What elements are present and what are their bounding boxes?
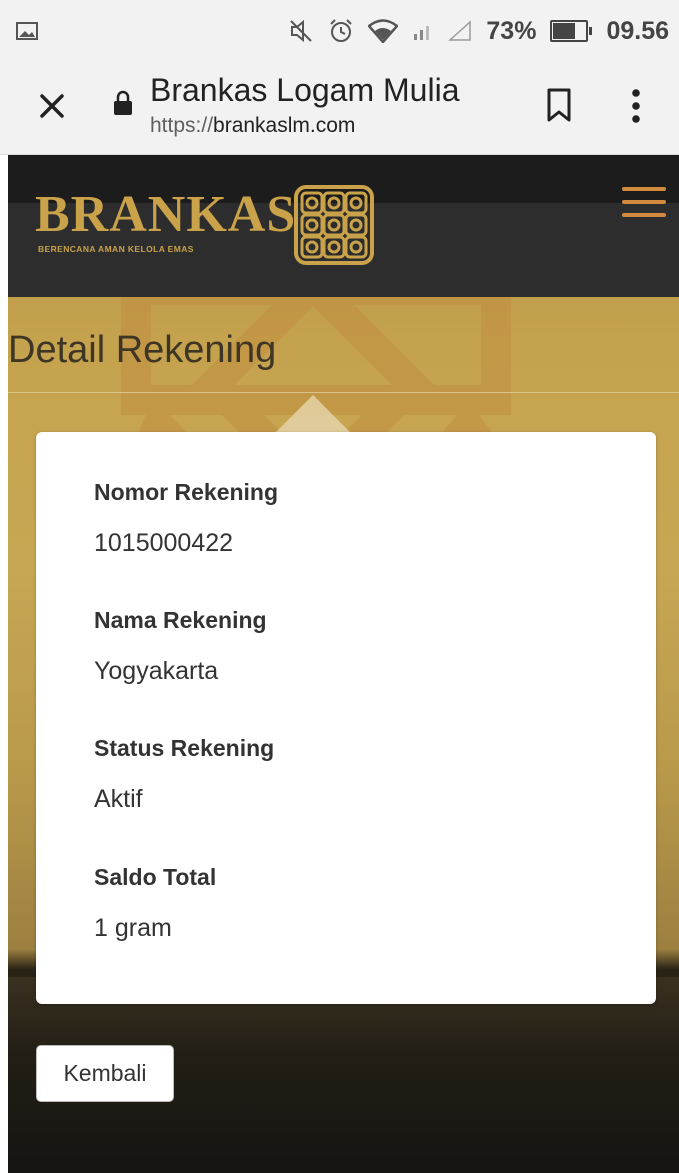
lock-icon[interactable] bbox=[112, 90, 134, 116]
account-status-label: Status Rekening bbox=[94, 735, 275, 761]
site-logo[interactable]: BRANKAS bbox=[35, 189, 296, 241]
account-status-value: Aktif bbox=[94, 785, 143, 813]
mute-icon bbox=[290, 19, 313, 43]
page-title: Brankas Logam Mulia bbox=[150, 72, 460, 108]
web-page: BRANKAS BERENCANA AMAN KELOLA EMAS Detai… bbox=[8, 155, 679, 1173]
more-vert-icon[interactable] bbox=[630, 88, 642, 124]
logo-emblem-icon bbox=[294, 185, 374, 265]
page-heading: Detail Rekening bbox=[8, 329, 277, 371]
image-icon bbox=[16, 22, 38, 40]
back-button[interactable]: Kembali bbox=[36, 1045, 174, 1102]
wifi-icon bbox=[368, 19, 399, 43]
divider bbox=[8, 392, 679, 393]
total-balance-value: 1 gram bbox=[94, 914, 172, 942]
url-domain: brankaslm.com bbox=[213, 114, 356, 137]
alarm-icon bbox=[330, 19, 353, 42]
account-number-label: Nomor Rekening bbox=[94, 479, 279, 505]
account-name-value: Yogyakarta bbox=[94, 657, 219, 685]
browser-toolbar: Brankas Logam Mulia https://brankaslm.co… bbox=[0, 62, 679, 155]
account-detail-card: Nomor Rekening 1015000422 Nama Rekening … bbox=[36, 432, 656, 1004]
status-bar: 73% 09.56 bbox=[0, 0, 679, 62]
account-name-label: Nama Rekening bbox=[94, 607, 267, 633]
hamburger-menu-icon[interactable] bbox=[622, 187, 666, 217]
logo-tagline: BERENCANA AMAN KELOLA EMAS bbox=[38, 244, 194, 254]
battery-icon bbox=[550, 20, 593, 42]
signal-icon bbox=[414, 26, 430, 40]
clock: 09.56 bbox=[606, 16, 669, 45]
close-icon[interactable] bbox=[30, 84, 74, 128]
account-number-value: 1015000422 bbox=[94, 529, 234, 557]
battery-percent: 73% bbox=[486, 16, 537, 45]
url-display[interactable]: https://brankaslm.com bbox=[150, 114, 355, 138]
url-prefix: https:// bbox=[150, 114, 214, 137]
signal-empty-icon bbox=[448, 20, 472, 41]
bookmark-icon[interactable] bbox=[546, 88, 572, 122]
site-navbar: BRANKAS BERENCANA AMAN KELOLA EMAS bbox=[8, 155, 679, 297]
total-balance-label: Saldo Total bbox=[94, 864, 217, 890]
